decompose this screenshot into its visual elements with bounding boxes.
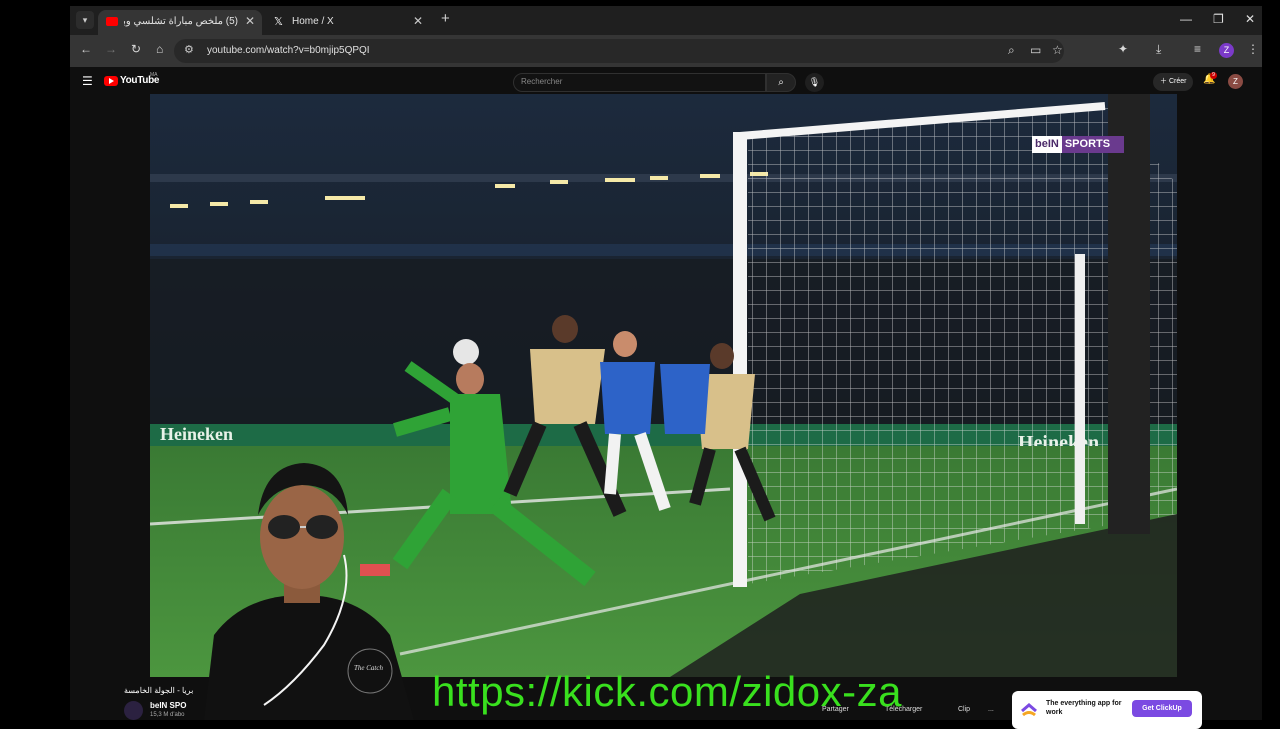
ad-text: The everything app for work — [1046, 700, 1122, 716]
logo-part-a: beIN — [1032, 136, 1062, 153]
close-tab-icon[interactable]: ✕ — [413, 14, 423, 28]
x-logo-icon: 𝕏 — [274, 16, 283, 28]
channel-avatar[interactable] — [124, 701, 143, 720]
tab-search-button[interactable]: ▾ — [76, 11, 94, 29]
tab-title: Home / X — [292, 16, 334, 27]
reading-list-icon[interactable]: ≡ — [1194, 42, 1201, 56]
tab-x[interactable]: 𝕏 Home / X ✕ — [266, 10, 430, 35]
logo-part-b: SPORTS — [1064, 138, 1111, 150]
football — [453, 339, 479, 365]
create-label: Créer — [1168, 78, 1187, 85]
hamburger-menu-icon[interactable]: ☰ — [82, 74, 93, 88]
channel-subscribers: 15,3 M d'abo — [150, 712, 185, 718]
player-attacker-2 — [660, 364, 710, 434]
shirt-text: The Catch — [354, 664, 383, 672]
tab-strip: ▾ (5) ملخص مباراة تشلسي وبرشلونة ✕ 𝕏 Hom… — [70, 6, 1262, 35]
url-text: youtube.com/watch?v=b0mjip5QPQI — [207, 45, 370, 56]
clip-button[interactable]: Clip — [958, 706, 970, 713]
region-code: MA — [150, 72, 158, 78]
screen-edge — [1262, 0, 1280, 720]
notification-count: 9 — [1210, 72, 1217, 79]
streamer-webcam-overlay: The Catch — [204, 463, 414, 720]
goal-post — [733, 132, 747, 587]
more-actions-button[interactable]: ... — [988, 706, 994, 713]
address-bar[interactable]: ⚙ youtube.com/watch?v=b0mjip5QPQI ⌕ ▭ ☆ — [174, 39, 1064, 63]
youtube-icon — [106, 17, 118, 26]
create-button[interactable]: ＋ Créer — [1153, 73, 1194, 91]
goal-support-pole — [1108, 94, 1150, 534]
streamer-shirt — [204, 595, 414, 720]
toolbar: ← → ↻ ⌂ ⚙ youtube.com/watch?v=b0mjip5QPQ… — [70, 35, 1262, 67]
search-placeholder: Rechercher — [521, 77, 563, 86]
back-icon[interactable]: ← — [80, 42, 92, 56]
ad-cta-button[interactable]: Get ClickUp — [1132, 700, 1192, 717]
profile-avatar[interactable]: Z — [1219, 43, 1234, 58]
tab-title: (5) ملخص مباراة تشلسي وبرشلونة — [124, 16, 238, 27]
ad-board-text: Heineken — [160, 424, 233, 444]
tab-youtube[interactable]: (5) ملخص مباراة تشلسي وبرشلونة ✕ — [98, 10, 262, 35]
plus-icon: ＋ — [1160, 78, 1169, 85]
home-icon[interactable]: ⌂ — [156, 42, 163, 56]
clickup-logo-icon — [1021, 703, 1037, 717]
bookmark-star-icon[interactable]: ☆ — [1052, 43, 1063, 57]
youtube-logo-icon[interactable] — [104, 76, 118, 86]
microphone-icon: 🎙 — [808, 77, 821, 87]
site-info-icon[interactable]: ⚙ — [184, 43, 194, 56]
reload-icon[interactable]: ↻ — [131, 42, 141, 56]
extensions-icon[interactable]: ✦ — [1118, 42, 1128, 56]
zoom-icon[interactable]: ⌕ — [1008, 43, 1015, 58]
downloads-icon[interactable]: ⤓ — [1156, 42, 1161, 57]
search-icon: ⌕ — [778, 77, 784, 88]
forward-icon[interactable]: → — [105, 42, 117, 56]
new-tab-button[interactable]: + — [441, 10, 450, 27]
search-input[interactable]: Rechercher — [513, 73, 766, 92]
sponsored-ad[interactable]: The everything app for work Get ClickUp — [1012, 691, 1202, 729]
bein-sports-logo: beIN SPORTS — [1032, 136, 1124, 153]
cast-icon[interactable]: ▭ — [1030, 43, 1041, 57]
channel-name[interactable]: beIN SPO — [150, 701, 186, 710]
restore-icon[interactable]: ❐ — [1213, 12, 1224, 26]
account-avatar[interactable]: Z — [1228, 74, 1243, 89]
streamer-face — [260, 485, 344, 589]
close-window-icon[interactable]: ✕ — [1245, 12, 1255, 26]
kick-url-overlay: https://kick.com/zidox-za — [432, 668, 902, 715]
minimize-icon[interactable]: — — [1180, 12, 1192, 26]
video-title: بريا - الجولة الخامسة — [124, 686, 194, 695]
close-tab-icon[interactable]: ✕ — [245, 14, 255, 28]
menu-kebab-icon[interactable]: ⋮ — [1247, 42, 1259, 56]
voice-search-button[interactable]: 🎙 — [805, 73, 824, 92]
search-button[interactable]: ⌕ — [766, 73, 796, 92]
